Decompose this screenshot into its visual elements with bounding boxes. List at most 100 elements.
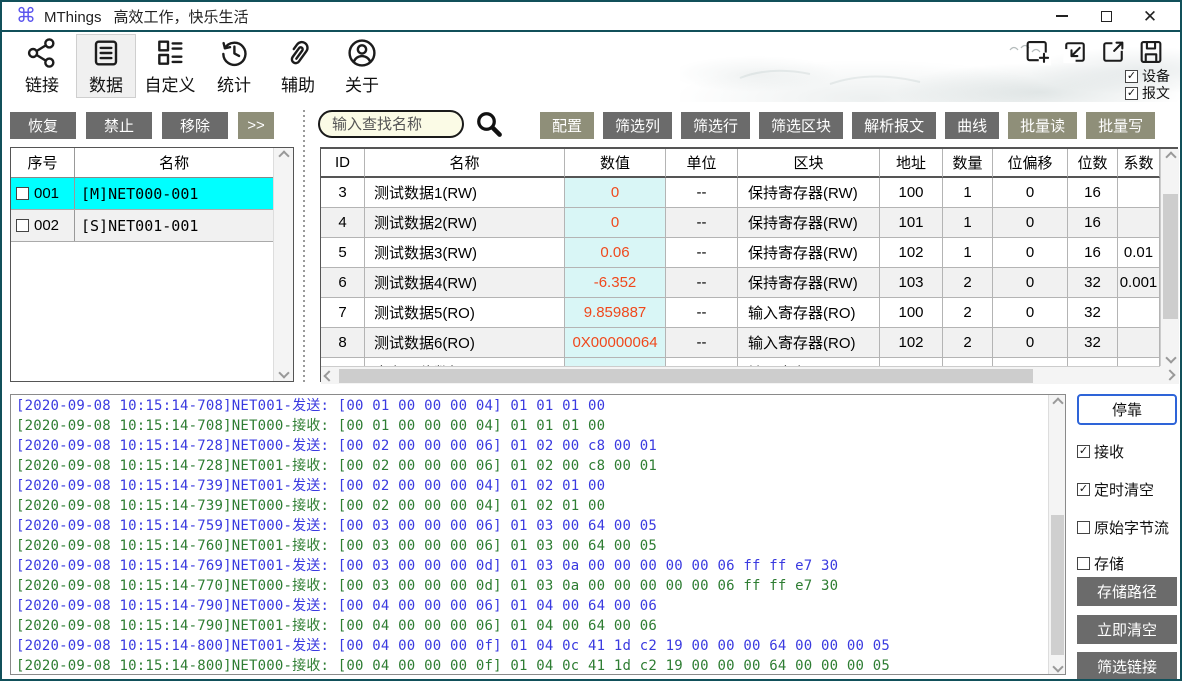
table-row[interactable]: 6测试数据4(RW)-6.352--保持寄存器(RW)10320320.001: [321, 268, 1160, 298]
table-cell[interactable]: 0: [565, 178, 666, 208]
筛选区块-button[interactable]: 筛选区块: [759, 112, 843, 139]
checkbox-box[interactable]: [1077, 521, 1090, 534]
解析报文-button[interactable]: 解析报文: [852, 112, 936, 139]
table-cell: 测试数据1(RW): [365, 178, 565, 208]
expand-button[interactable]: >>: [238, 112, 274, 139]
checkbox-box[interactable]: ✓: [1125, 70, 1138, 83]
tool-item-统计[interactable]: 统计: [204, 34, 264, 98]
device-list-header-name: 名称: [75, 148, 273, 177]
table-header-数量: 数量: [943, 149, 993, 178]
scroll-up-icon[interactable]: [1162, 149, 1179, 165]
table-cell: 32: [1068, 298, 1118, 328]
scrollbar-thumb[interactable]: [1163, 194, 1178, 319]
scroll-down-icon[interactable]: [1162, 350, 1179, 366]
checkbox-定时清空[interactable]: ✓定时清空: [1077, 481, 1154, 497]
scroll-up-icon[interactable]: [274, 148, 293, 164]
search-input[interactable]: [318, 110, 464, 138]
table-cell: --: [666, 298, 738, 328]
scroll-right-icon[interactable]: [1160, 366, 1179, 384]
table-horizontal-scrollbar[interactable]: [321, 366, 1160, 384]
save-button[interactable]: [1132, 36, 1170, 68]
import-button[interactable]: [1056, 36, 1094, 68]
log-vertical-scrollbar[interactable]: [1048, 395, 1065, 674]
table-cell[interactable]: 1: [565, 358, 666, 366]
table-cell: 8: [321, 328, 365, 358]
筛选链接-button[interactable]: 筛选链接: [1077, 652, 1177, 681]
checkbox-box[interactable]: ✓: [1125, 87, 1138, 100]
table-cell: 0: [993, 358, 1068, 366]
checkbox-原始字节流[interactable]: 原始字节流: [1077, 519, 1169, 535]
移除-button[interactable]: 移除: [162, 112, 228, 139]
dock-button[interactable]: 停靠: [1077, 394, 1177, 425]
table-cell: [1118, 298, 1160, 328]
scroll-down-icon[interactable]: [274, 365, 293, 381]
scroll-up-icon[interactable]: [1050, 395, 1065, 410]
table-cell[interactable]: 9.859887: [565, 298, 666, 328]
table-cell: 4: [321, 208, 365, 238]
table-cell[interactable]: 0X00000064: [565, 328, 666, 358]
配置-button[interactable]: 配置: [540, 112, 594, 139]
new-window-button[interactable]: [1018, 36, 1056, 68]
table-cell: 测试数据2(RW): [365, 208, 565, 238]
vertical-splitter[interactable]: [302, 110, 305, 382]
table-row[interactable]: 8测试数据6(RO)0X00000064--输入寄存器(RO)1022032: [321, 328, 1160, 358]
close-icon: ✕: [1143, 8, 1157, 25]
tool-item-关于[interactable]: 关于: [332, 34, 392, 98]
table-row[interactable]: 4测试数据2(RW)0--保持寄存器(RW)1011016: [321, 208, 1160, 238]
device-checkbox[interactable]: [16, 187, 29, 200]
table-row[interactable]: 5测试数据3(RW)0.06--保持寄存器(RW)10210160.01: [321, 238, 1160, 268]
magnifier-icon[interactable]: [474, 109, 504, 139]
table-cell: 16: [1068, 238, 1118, 268]
批量写-button[interactable]: 批量写: [1086, 112, 1155, 139]
checkbox-接收[interactable]: ✓接收: [1077, 443, 1124, 459]
table-cell[interactable]: 0.06: [565, 238, 666, 268]
checkbox-存储[interactable]: 存储: [1077, 555, 1124, 571]
tool-item-链接[interactable]: 链接: [12, 34, 72, 98]
禁止-button[interactable]: 禁止: [86, 112, 152, 139]
device-row-num-cell: 002: [11, 210, 75, 241]
table-cell[interactable]: 0: [565, 208, 666, 238]
scroll-down-icon[interactable]: [1050, 659, 1065, 674]
checkbox-box[interactable]: [1077, 557, 1090, 570]
table-row[interactable]: 3测试数据1(RW)0--保持寄存器(RW)1001016: [321, 178, 1160, 208]
table-row[interactable]: 7测试数据5(RO)9.859887--输入寄存器(RO)1002032: [321, 298, 1160, 328]
close-button[interactable]: ✕: [1128, 2, 1172, 30]
checkbox-设备[interactable]: ✓设备: [1125, 68, 1170, 84]
存储路径-button[interactable]: 存储路径: [1077, 577, 1177, 606]
scroll-left-icon[interactable]: [321, 368, 337, 384]
table-cell: 5: [321, 238, 365, 268]
table-cell: 2: [943, 358, 993, 366]
table-cell[interactable]: -6.352: [565, 268, 666, 298]
tool-item-自定义[interactable]: 自定义: [140, 34, 200, 98]
scrollbar-thumb[interactable]: [339, 369, 1033, 383]
table-cell: 保持寄存器(RW): [738, 208, 880, 238]
checkbox-box[interactable]: ✓: [1077, 445, 1090, 458]
table-cell: 保持寄存器(RW): [738, 238, 880, 268]
立即清空-button[interactable]: 立即清空: [1077, 615, 1177, 644]
device-row[interactable]: 001[M]NET000-001: [11, 178, 273, 210]
筛选行-button[interactable]: 筛选行: [681, 112, 750, 139]
table-cell: --: [666, 208, 738, 238]
table-header-名称: 名称: [365, 149, 565, 178]
曲线-button[interactable]: 曲线: [945, 112, 999, 139]
恢复-button[interactable]: 恢复: [10, 112, 76, 139]
minimize-button[interactable]: [1040, 2, 1084, 30]
table-cell: 102: [880, 328, 943, 358]
table-vertical-scrollbar[interactable]: [1160, 149, 1179, 366]
device-list-scrollbar[interactable]: [273, 148, 293, 381]
export-button[interactable]: [1094, 36, 1132, 68]
checkbox-box[interactable]: ✓: [1077, 483, 1090, 496]
scrollbar-thumb[interactable]: [1051, 515, 1064, 655]
table-cell: 0: [993, 298, 1068, 328]
table-row[interactable]: 9寄存器位数据11--输入寄存器(RO)1042016: [321, 358, 1160, 366]
checkbox-报文[interactable]: ✓报文: [1125, 85, 1170, 101]
device-checkbox[interactable]: [16, 219, 29, 232]
批量读-button[interactable]: 批量读: [1008, 112, 1077, 139]
tool-item-数据[interactable]: 数据: [76, 34, 136, 98]
device-row[interactable]: 002[S]NET001-001: [11, 210, 273, 242]
maximize-button[interactable]: [1084, 2, 1128, 30]
log-line: [2020-09-08 10:15:14-728]NET000-发送: [00 …: [16, 436, 1048, 456]
筛选列-button[interactable]: 筛选列: [603, 112, 672, 139]
tool-item-辅助[interactable]: 辅助: [268, 34, 328, 98]
window-title: MThings高效工作，快乐生活: [44, 6, 249, 27]
